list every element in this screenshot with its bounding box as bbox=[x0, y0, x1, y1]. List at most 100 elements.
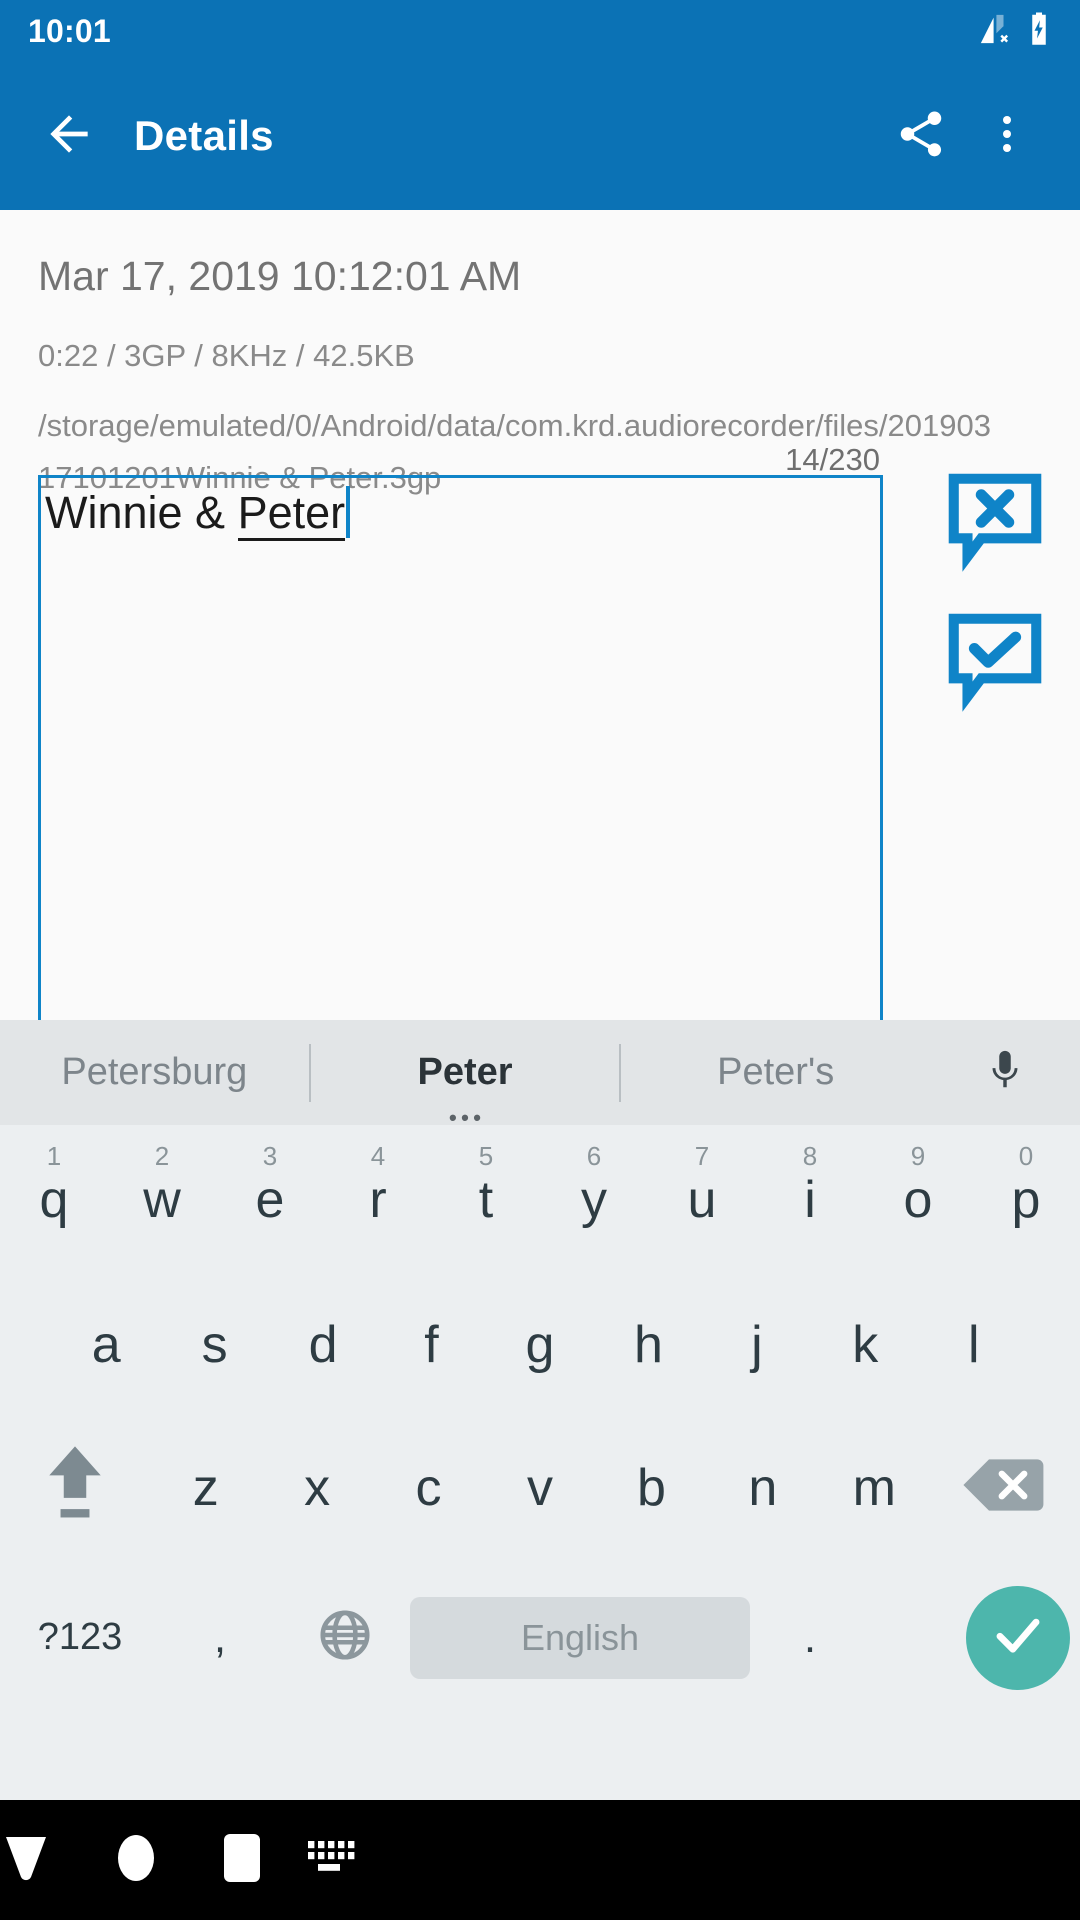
key-h[interactable]: h bbox=[594, 1275, 702, 1415]
key-x[interactable]: x bbox=[261, 1415, 372, 1560]
key-l[interactable]: l bbox=[920, 1275, 1028, 1415]
key-n[interactable]: n bbox=[707, 1415, 818, 1560]
key-e[interactable]: 3e bbox=[216, 1125, 324, 1275]
key-label: n bbox=[748, 1458, 778, 1517]
key-number-hint: 5 bbox=[478, 1141, 494, 1171]
microphone-icon bbox=[982, 1047, 1028, 1098]
key-label: g bbox=[525, 1316, 555, 1374]
key-number-hint: 7 bbox=[694, 1141, 710, 1171]
key-label: i bbox=[804, 1171, 816, 1229]
recording-date: Mar 17, 2019 10:12:01 AM bbox=[38, 253, 522, 299]
key-label: v bbox=[526, 1458, 553, 1517]
key-label: e bbox=[255, 1171, 285, 1229]
symbols-key[interactable]: ?123 bbox=[0, 1616, 160, 1659]
keyboard-hide-down-icon bbox=[0, 1835, 52, 1886]
key-number-hint: 2 bbox=[154, 1141, 170, 1171]
status-icon-group bbox=[978, 11, 1052, 52]
character-counter: 14/230 bbox=[785, 442, 880, 477]
keyboard-row-4: ?123 , English . bbox=[0, 1560, 1080, 1715]
key-number-hint: 6 bbox=[586, 1141, 602, 1171]
navigation-bar bbox=[0, 1800, 1080, 1920]
nav-back-button[interactable] bbox=[0, 1800, 52, 1920]
key-label: m bbox=[852, 1458, 896, 1517]
key-label: z bbox=[192, 1458, 219, 1517]
key-c[interactable]: c bbox=[373, 1415, 484, 1560]
share-button[interactable] bbox=[878, 93, 964, 179]
key-label: u bbox=[687, 1171, 717, 1229]
comment-check-icon bbox=[940, 613, 1050, 719]
key-z[interactable]: z bbox=[150, 1415, 261, 1560]
key-b[interactable]: b bbox=[596, 1415, 707, 1560]
key-q[interactable]: 1q bbox=[0, 1125, 108, 1275]
details-content: Mar 17, 2019 10:12:01 AM 0:22 / 3GP / 8K… bbox=[0, 210, 1080, 1035]
key-label: q bbox=[39, 1171, 69, 1229]
key-number-hint: 8 bbox=[802, 1141, 818, 1171]
key-d[interactable]: d bbox=[269, 1275, 377, 1415]
key-label: x bbox=[304, 1458, 331, 1517]
suggestion-item[interactable]: Petersburg bbox=[0, 1020, 309, 1125]
space-key[interactable]: English bbox=[410, 1596, 750, 1679]
language-switch-key[interactable] bbox=[280, 1606, 410, 1669]
suggestion-item[interactable]: Peter's bbox=[621, 1020, 930, 1125]
key-w[interactable]: 2w bbox=[108, 1125, 216, 1275]
key-label: k bbox=[852, 1316, 879, 1374]
key-y[interactable]: 6y bbox=[540, 1125, 648, 1275]
key-label: t bbox=[478, 1171, 494, 1229]
recording-meta: 0:22 / 3GP / 8KHz / 42.5KB bbox=[38, 338, 415, 373]
key-a[interactable]: a bbox=[52, 1275, 160, 1415]
status-clock: 10:01 bbox=[28, 12, 111, 49]
key-label: b bbox=[636, 1458, 666, 1517]
app-bar: Details bbox=[0, 62, 1080, 210]
backspace-icon bbox=[962, 1453, 1048, 1522]
key-j[interactable]: j bbox=[703, 1275, 811, 1415]
rename-input[interactable]: Winnie & Peter bbox=[38, 475, 883, 1035]
comma-key[interactable]: , bbox=[160, 1613, 280, 1663]
suggestion-item[interactable]: Peter bbox=[311, 1020, 620, 1129]
key-f[interactable]: f bbox=[377, 1275, 485, 1415]
key-label: l bbox=[967, 1316, 980, 1374]
key-r[interactable]: 4r bbox=[324, 1125, 432, 1275]
shift-arrow-up-icon bbox=[36, 1440, 114, 1535]
nav-keyboard-switcher-button[interactable] bbox=[304, 1800, 356, 1920]
key-o[interactable]: 9o bbox=[864, 1125, 972, 1275]
key-i[interactable]: 8i bbox=[756, 1125, 864, 1275]
key-u[interactable]: 7u bbox=[648, 1125, 756, 1275]
suggestion-bar: Petersburg Peter Peter's bbox=[0, 1020, 1080, 1129]
overflow-menu-button[interactable] bbox=[964, 93, 1050, 179]
battery-charging-icon bbox=[1026, 11, 1052, 52]
arrow-back-icon bbox=[41, 106, 97, 167]
home-circle-icon bbox=[112, 1830, 160, 1891]
backspace-key[interactable] bbox=[930, 1453, 1080, 1522]
keyboard-switcher-icon bbox=[304, 1837, 356, 1884]
status-bar: 10:01 bbox=[0, 0, 1080, 62]
key-label: w bbox=[143, 1171, 181, 1229]
key-s[interactable]: s bbox=[160, 1275, 268, 1415]
key-m[interactable]: m bbox=[819, 1415, 930, 1560]
voice-input-button[interactable] bbox=[930, 1047, 1080, 1098]
back-button[interactable] bbox=[30, 97, 108, 175]
nav-recents-button[interactable] bbox=[220, 1800, 264, 1920]
key-t[interactable]: 5t bbox=[432, 1125, 540, 1275]
shift-key[interactable] bbox=[0, 1440, 150, 1535]
nav-home-button[interactable] bbox=[112, 1800, 160, 1920]
cancel-rename-button[interactable] bbox=[940, 465, 1050, 575]
key-label: p bbox=[1011, 1171, 1041, 1229]
language-globe-icon bbox=[316, 1606, 374, 1669]
key-label: r bbox=[369, 1171, 387, 1229]
rename-input-text: Winnie & Peter bbox=[45, 486, 351, 541]
key-k[interactable]: k bbox=[811, 1275, 919, 1415]
signal-no-sim-icon bbox=[978, 12, 1012, 51]
key-number-hint: 9 bbox=[910, 1141, 926, 1171]
enter-key[interactable] bbox=[956, 1560, 1080, 1715]
key-g[interactable]: g bbox=[486, 1275, 594, 1415]
page-title: Details bbox=[134, 112, 274, 159]
period-key[interactable]: . bbox=[750, 1613, 870, 1663]
rename-value-composing: Peter bbox=[237, 487, 346, 541]
key-label: s bbox=[201, 1316, 228, 1374]
key-p[interactable]: 0p bbox=[972, 1125, 1080, 1275]
enter-key-circle bbox=[966, 1585, 1070, 1690]
more-vert-icon bbox=[983, 110, 1031, 163]
confirm-rename-button[interactable] bbox=[940, 605, 1050, 715]
key-v[interactable]: v bbox=[484, 1415, 595, 1560]
key-label: f bbox=[424, 1316, 439, 1374]
